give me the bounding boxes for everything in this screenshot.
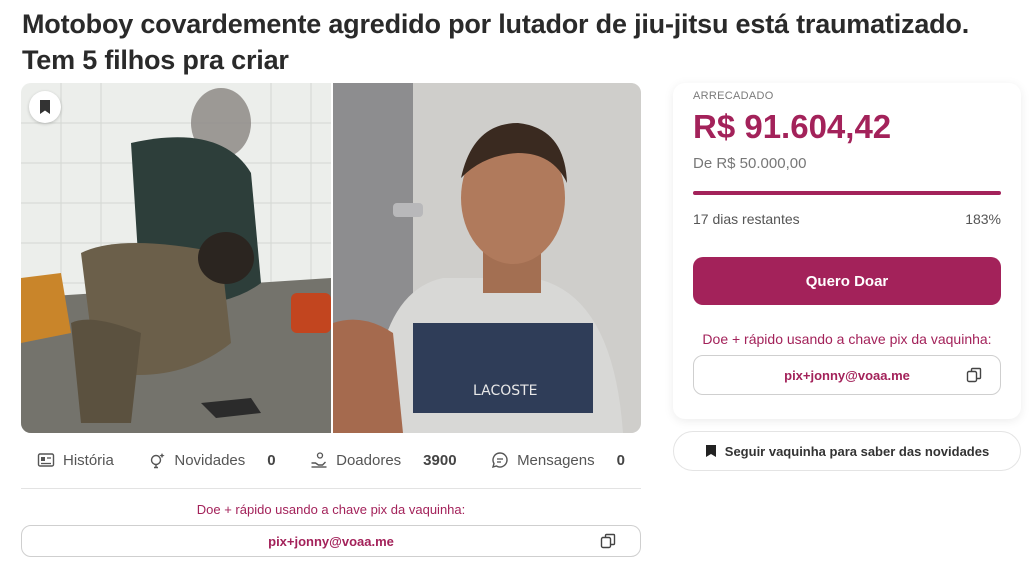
tab-label: História xyxy=(63,451,114,469)
photo-assault-scene xyxy=(21,83,331,433)
tab-mensagens[interactable]: Mensagens 0 xyxy=(491,451,625,469)
article-icon xyxy=(37,453,55,467)
raised-label: ARRECADADO xyxy=(693,90,774,102)
follow-campaign-button[interactable]: Seguir vaquinha para saber das novidades xyxy=(673,431,1021,471)
goal-amount: De R$ 50.000,00 xyxy=(693,155,807,172)
tab-count: 3900 xyxy=(423,451,457,469)
bookmark-icon xyxy=(40,100,50,114)
campaign-photos: LACOSTE xyxy=(21,83,641,433)
copy-icon[interactable] xyxy=(600,533,616,549)
bookmark-icon xyxy=(705,445,716,457)
raised-amount: R$ 91.604,42 xyxy=(693,108,892,145)
tab-label: Mensagens xyxy=(517,451,595,469)
pix-label: Doe + rápido usando a chave pix da vaqui… xyxy=(702,331,992,347)
follow-label: Seguir vaquinha para saber das novidades xyxy=(724,443,990,459)
tab-label: Doadores xyxy=(336,451,402,469)
sparkle-icon xyxy=(151,453,165,469)
tab-count: 0 xyxy=(267,451,276,469)
progress-bar xyxy=(693,191,1001,195)
donor-icon xyxy=(311,452,327,468)
campaign-tabs: História Novidades 0 Doadores 3900 Mensa… xyxy=(21,440,641,480)
tab-doadores[interactable]: Doadores 3900 xyxy=(310,451,457,469)
tab-label: Novidades xyxy=(174,451,246,469)
pix-label: Doe + rápido usando a chave pix da vaqui… xyxy=(196,502,466,517)
copy-icon[interactable] xyxy=(966,367,982,383)
page-title: Motoboy covardemente agredido por lutado… xyxy=(22,9,970,75)
message-icon xyxy=(492,452,508,469)
tab-historia[interactable]: História xyxy=(37,451,114,469)
donate-button[interactable]: Quero Doar xyxy=(693,257,1001,305)
svg-text:LACOSTE: LACOSTE xyxy=(473,383,538,399)
tab-count: 0 xyxy=(616,451,625,469)
attacker-portrait-illustration: LACOSTE xyxy=(333,83,641,433)
pix-key-copy-field[interactable]: pix+jonny@voaa.me xyxy=(693,355,1001,395)
pix-key: pix+jonny@voaa.me xyxy=(268,533,394,549)
assault-scene-illustration xyxy=(21,83,331,433)
pix-key-copy-field[interactable]: pix+jonny@voaa.me xyxy=(21,525,641,557)
divider xyxy=(21,488,641,489)
days-remaining: 17 dias restantes xyxy=(693,211,800,227)
tab-novidades[interactable]: Novidades 0 xyxy=(148,451,276,469)
donation-summary-card: ARRECADADO R$ 91.604,42 De R$ 50.000,00 … xyxy=(673,83,1021,419)
photo-attacker: LACOSTE xyxy=(333,83,641,433)
progress-bar-fill xyxy=(693,191,1001,195)
pix-key: pix+jonny@voaa.me xyxy=(784,367,910,383)
progress-percent: 183% xyxy=(965,211,1001,227)
bookmark-button[interactable] xyxy=(29,91,61,123)
